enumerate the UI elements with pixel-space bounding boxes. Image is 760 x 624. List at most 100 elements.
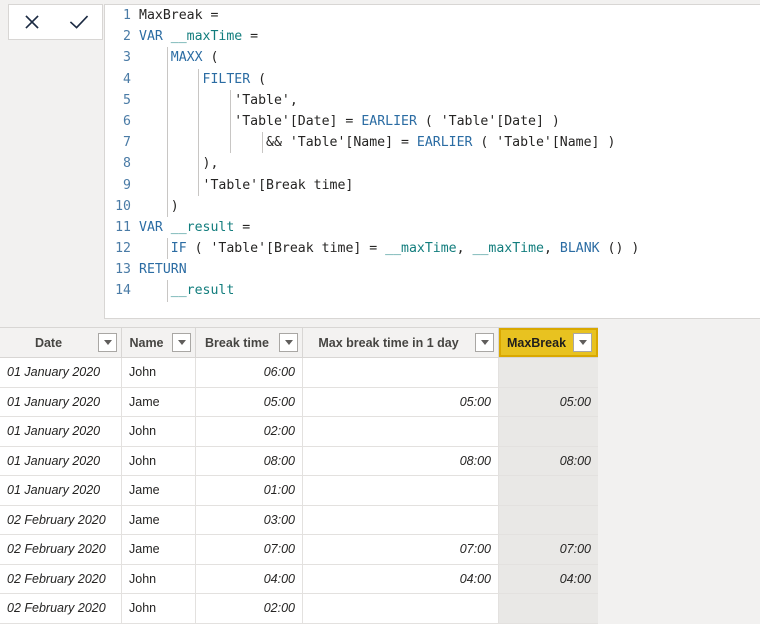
table-cell-mb: 07:00 (499, 535, 598, 564)
code-text: VAR __maxTime = (139, 29, 259, 45)
table-cell-max (303, 505, 499, 534)
table-cell-name: Jame (122, 535, 196, 564)
table-cell-mb (499, 505, 598, 534)
line-number: 7 (123, 135, 131, 151)
column-filter-dropdown-date[interactable] (98, 333, 117, 352)
code-text: && 'Table'[Name] = EARLIER ( 'Table'[Nam… (139, 135, 616, 151)
table-row[interactable]: 01 January 2020 John 08:00 08:00 08:00 (0, 446, 598, 476)
line-number: 12 (115, 241, 131, 257)
table-cell-name: Jame (122, 476, 196, 505)
code-line: 10 ) (105, 195, 760, 217)
table-cell-break: 05:00 (196, 387, 303, 416)
table-cell-date: 02 February 2020 (0, 535, 122, 564)
line-number: 10 (115, 198, 131, 214)
chevron-down-icon (177, 340, 186, 345)
line-number: 8 (123, 156, 131, 172)
table-cell-break: 04:00 (196, 564, 303, 593)
table-cell-mb (499, 594, 598, 623)
cancel-button[interactable] (12, 6, 52, 38)
table-cell-date: 01 January 2020 (0, 476, 122, 505)
table-cell-mb: 05:00 (499, 387, 598, 416)
dax-code-editor[interactable]: 1 MaxBreak = 2 VAR __maxTime = 3 MAXX (4 FIL… (104, 4, 760, 319)
data-table: Date Name Break time Max break time in 1 da… (0, 327, 598, 624)
code-text: IF ( 'Table'[Break time] = __maxTime, __… (170, 241, 640, 257)
table-cell-break: 02:00 (196, 594, 303, 623)
code-line: 12 IF ( 'Table'[Break time] = __maxTime,… (105, 238, 760, 260)
table-cell-break: 01:00 (196, 476, 303, 505)
table-row[interactable]: 01 January 2020 Jame 05:00 05:00 05:00 (0, 387, 598, 417)
formula-commit-toolbar (8, 4, 103, 40)
table-cell-break: 06:00 (196, 358, 303, 387)
table-cell-max: 05:00 (303, 387, 499, 416)
table-cell-max: 07:00 (303, 535, 499, 564)
table-cell-break: 08:00 (196, 446, 303, 475)
code-line: 13 RETURN (105, 259, 760, 280)
code-line: 8 ), (105, 153, 760, 175)
table-cell-date: 02 February 2020 (0, 505, 122, 534)
table-cell-name: John (122, 446, 196, 475)
code-line: 1 MaxBreak = (105, 5, 760, 26)
table-row[interactable]: 01 January 2020 John 02:00 (0, 417, 598, 447)
table-cell-name: John (122, 358, 196, 387)
code-text: 'Table', (139, 92, 298, 108)
table-cell-mb: 04:00 (499, 564, 598, 593)
column-header-date[interactable]: Date (0, 328, 122, 357)
column-header-label: Date (34, 335, 63, 350)
code-text: VAR __result = (139, 219, 251, 235)
code-line: 5 'Table', (105, 89, 760, 111)
table-row[interactable]: 01 January 2020 John 06:00 (0, 358, 598, 388)
code-line: 4 FILTER ( (105, 68, 760, 90)
line-number: 9 (123, 177, 131, 193)
accept-button[interactable] (59, 6, 99, 38)
code-text: 'Table'[Break time] (139, 177, 354, 193)
column-filter-dropdown-max[interactable] (475, 333, 494, 352)
chevron-down-icon (578, 340, 587, 345)
column-header-label: Break time (205, 335, 269, 350)
code-line: 14 __result (105, 280, 760, 302)
column-header-max[interactable]: Max break time in 1 day (303, 328, 499, 357)
check-icon (68, 12, 90, 32)
line-number: 11 (115, 219, 131, 235)
table-cell-date: 02 February 2020 (0, 564, 122, 593)
line-number: 2 (123, 29, 131, 45)
table-cell-break: 07:00 (196, 535, 303, 564)
table-cell-max (303, 358, 499, 387)
code-line: 2 VAR __maxTime = (105, 26, 760, 47)
table-cell-max (303, 476, 499, 505)
table-cell-mb (499, 358, 598, 387)
table-header-row: Date Name Break time Max break time in 1 da… (0, 327, 598, 358)
formula-bar-area: 1 MaxBreak = 2 VAR __maxTime = 3 MAXX (4 FIL… (0, 0, 760, 324)
column-header-mb[interactable]: MaxBreak (499, 328, 598, 357)
column-filter-dropdown-mb[interactable] (573, 333, 592, 352)
code-text: RETURN (139, 262, 187, 278)
code-text: 'Table'[Date] = EARLIER ( 'Table'[Date] … (139, 113, 560, 129)
table-row[interactable]: 02 February 2020 John 02:00 (0, 594, 598, 624)
table-cell-date: 02 February 2020 (0, 594, 122, 623)
line-number: 3 (123, 50, 131, 66)
table-row[interactable]: 02 February 2020 Jame 07:00 07:00 07:00 (0, 535, 598, 565)
line-number: 6 (123, 113, 131, 129)
chevron-down-icon (103, 340, 112, 345)
table-cell-name: John (122, 564, 196, 593)
column-header-label: MaxBreak (506, 335, 567, 350)
column-filter-dropdown-break[interactable] (279, 333, 298, 352)
code-line: 11 VAR __result = (105, 217, 760, 238)
code-text: MaxBreak = (139, 8, 219, 23)
code-line: 3 MAXX ( (105, 47, 760, 69)
code-text: FILTER ( (202, 71, 267, 87)
column-header-label: Name (129, 335, 164, 350)
table-row[interactable]: 02 February 2020 John 04:00 04:00 04:00 (0, 564, 598, 594)
close-icon (22, 12, 42, 32)
table-cell-date: 01 January 2020 (0, 387, 122, 416)
table-row[interactable]: 01 January 2020 Jame 01:00 (0, 476, 598, 506)
table-cell-date: 01 January 2020 (0, 358, 122, 387)
column-header-break[interactable]: Break time (196, 328, 303, 357)
column-header-name[interactable]: Name (122, 328, 196, 357)
line-number: 14 (115, 283, 131, 299)
code-line: 9 'Table'[Break time] (105, 174, 760, 196)
table-cell-mb (499, 476, 598, 505)
table-cell-date: 01 January 2020 (0, 417, 122, 446)
table-cell-break: 02:00 (196, 417, 303, 446)
table-row[interactable]: 02 February 2020 Jame 03:00 (0, 505, 598, 535)
column-filter-dropdown-name[interactable] (172, 333, 191, 352)
